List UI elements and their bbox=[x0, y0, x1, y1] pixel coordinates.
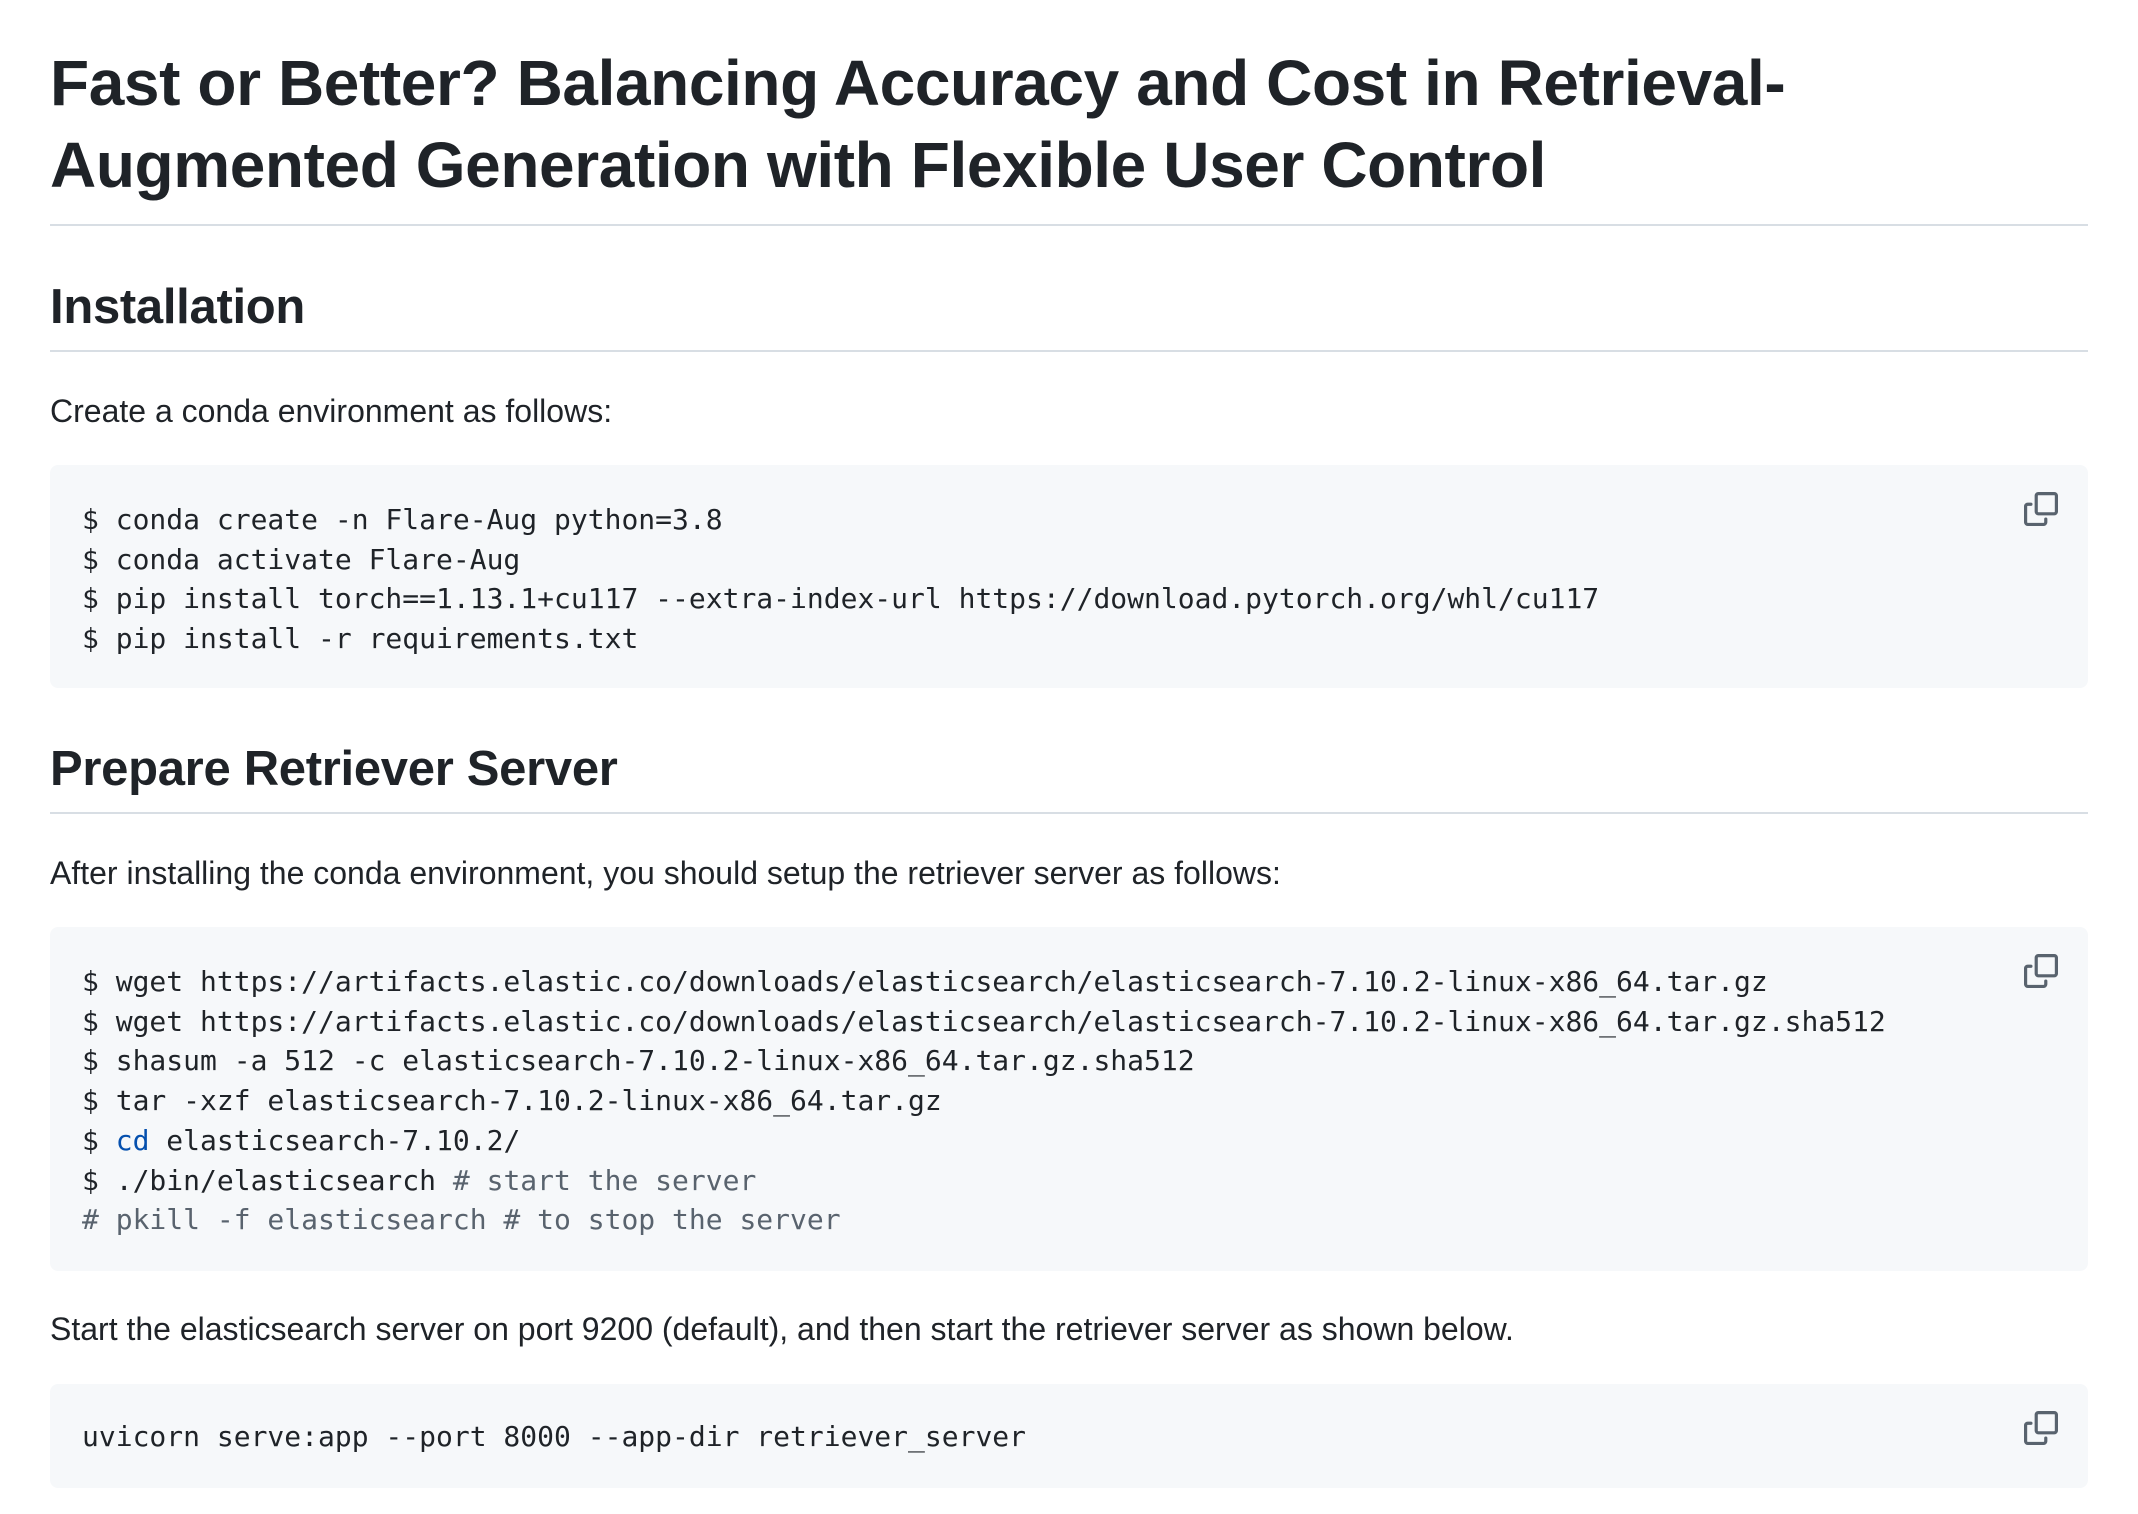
page-title: Fast or Better? Balancing Accuracy and C… bbox=[50, 47, 1786, 201]
installation-intro: Create a conda environment as follows: bbox=[50, 393, 613, 429]
serve-code: uvicorn serve:app --port 8000 --app-dir … bbox=[82, 1417, 1026, 1457]
code-line: $ wget https://artifacts.elastic.co/down… bbox=[82, 1004, 1886, 1038]
prompt: $ bbox=[82, 1123, 116, 1157]
copy-button[interactable] bbox=[2024, 954, 2058, 988]
code-line: $ tar -xzf elasticsearch-7.10.2-linux-x8… bbox=[82, 1084, 942, 1118]
retriever-intro: After installing the conda environment, … bbox=[50, 855, 1281, 891]
code-line: $ shasum -a 512 -c elasticsearch-7.10.2-… bbox=[82, 1044, 1195, 1078]
code-line: $ conda activate Flare-Aug bbox=[82, 542, 521, 576]
copy-icon bbox=[2024, 1411, 2058, 1445]
cd-argument: elasticsearch-7.10.2/ bbox=[149, 1123, 521, 1157]
serve-code-block: uvicorn serve:app --port 8000 --app-dir … bbox=[50, 1384, 2088, 1488]
copy-button[interactable] bbox=[2024, 1411, 2058, 1445]
retriever-code-block: $ wget https://artifacts.elastic.co/down… bbox=[50, 927, 2088, 1271]
retriever-after-text: Start the elasticsearch server on port 9… bbox=[50, 1311, 1514, 1347]
readme-page: Fast or Better? Balancing Accuracy and C… bbox=[0, 0, 2138, 1514]
installation-divider bbox=[50, 350, 2088, 352]
code-line: $ pip install -r requirements.txt bbox=[82, 622, 639, 656]
cd-keyword: cd bbox=[115, 1123, 150, 1157]
stop-comment: # pkill -f elasticsearch # to stop the s… bbox=[82, 1203, 841, 1237]
retriever-code: $ wget https://artifacts.elastic.co/down… bbox=[82, 962, 1886, 1240]
copy-button[interactable] bbox=[2024, 492, 2058, 526]
title-divider bbox=[50, 224, 2088, 226]
run-command: $ ./bin/elasticsearch bbox=[82, 1163, 453, 1197]
installation-heading: Installation bbox=[50, 280, 306, 334]
run-comment: # start the server bbox=[452, 1163, 757, 1197]
code-line: $ conda create -n Flare-Aug python=3.8 bbox=[82, 503, 723, 536]
retriever-heading: Prepare Retriever Server bbox=[50, 742, 618, 796]
installation-code-block: $ conda create -n Flare-Aug python=3.8 $ … bbox=[50, 465, 2088, 688]
installation-code: $ conda create -n Flare-Aug python=3.8 $ … bbox=[82, 500, 1599, 659]
retriever-divider bbox=[50, 812, 2088, 814]
code-line: uvicorn serve:app --port 8000 --app-dir … bbox=[82, 1420, 1027, 1453]
copy-icon bbox=[2024, 954, 2058, 988]
code-line-cd: $ cd elasticsearch-7.10.2/ bbox=[82, 1121, 1886, 1161]
code-line-run: $ ./bin/elasticsearch # start the server bbox=[82, 1161, 1886, 1201]
code-line: $ wget https://artifacts.elastic.co/down… bbox=[82, 965, 1768, 998]
copy-icon bbox=[2024, 492, 2058, 526]
code-line: $ pip install torch==1.13.1+cu117 --extr… bbox=[82, 582, 1600, 616]
